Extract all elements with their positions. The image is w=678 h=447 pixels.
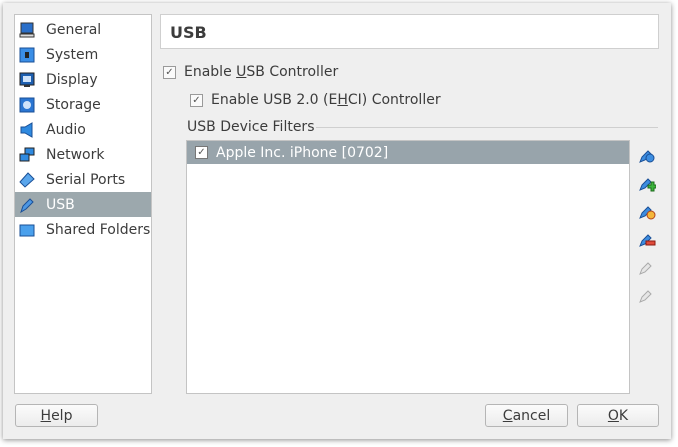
- display-icon: [18, 71, 36, 89]
- audio-icon: [18, 121, 36, 139]
- help-button[interactable]: Help: [15, 404, 98, 427]
- edit-filter-icon[interactable]: [638, 202, 656, 220]
- serial-ports-icon: [18, 171, 36, 189]
- checkbox-check-icon: ✓: [163, 65, 176, 79]
- sidebar-item-label: System: [46, 46, 99, 63]
- usb-filters-list[interactable]: ✓ Apple Inc. iPhone [0702]: [186, 140, 630, 394]
- storage-icon: [18, 96, 36, 114]
- filter-label: Apple Inc. iPhone [0702]: [216, 144, 389, 161]
- usb-icon: [18, 196, 36, 214]
- sidebar-item-label: General: [46, 21, 102, 38]
- move-filter-down-icon: [638, 286, 656, 304]
- enable-usb2-checkbox[interactable]: ✓ Enable USB 2.0 (EHCI) Controller: [190, 92, 441, 108]
- shared-folders-icon: [18, 221, 36, 239]
- move-filter-up-icon: [638, 258, 656, 276]
- enable-usb-controller-label: Enable USB Controller: [184, 64, 339, 80]
- sidebar-item-label: USB: [46, 196, 75, 213]
- group-divider: [316, 127, 658, 128]
- sidebar-item-label: Storage: [46, 96, 101, 113]
- page-title: USB: [160, 14, 659, 49]
- enable-usb2-label: Enable USB 2.0 (EHCI) Controller: [211, 92, 441, 108]
- enable-usb-controller-checkbox[interactable]: ✓ Enable USB Controller: [163, 64, 338, 80]
- sidebar-item-audio[interactable]: Audio: [15, 117, 151, 142]
- network-icon: [18, 146, 36, 164]
- sidebar-item-storage[interactable]: Storage: [15, 92, 151, 117]
- general-icon: [18, 21, 36, 39]
- remove-filter-icon[interactable]: [638, 230, 656, 248]
- sidebar-item-system[interactable]: System: [15, 42, 151, 67]
- sidebar-item-shared-folders[interactable]: Shared Folders: [15, 217, 151, 242]
- usb-device-filters-label: USB Device Filters: [187, 119, 315, 135]
- sidebar-item-usb[interactable]: USB: [15, 192, 151, 217]
- filter-enabled-checkbox[interactable]: ✓: [195, 146, 208, 159]
- sidebar-item-label: Display: [46, 71, 98, 88]
- add-filter-from-device-icon[interactable]: [638, 174, 657, 192]
- sidebar-item-label: Serial Ports: [46, 171, 126, 188]
- sidebar-item-network[interactable]: Network: [15, 142, 151, 167]
- system-icon: [18, 46, 36, 64]
- ok-button[interactable]: OK: [577, 404, 659, 427]
- add-empty-filter-icon[interactable]: [638, 146, 656, 164]
- settings-sidebar: General System Display Storage Audio Net…: [14, 14, 152, 394]
- settings-dialog: General System Display Storage Audio Net…: [3, 3, 671, 439]
- list-item[interactable]: ✓ Apple Inc. iPhone [0702]: [187, 141, 629, 164]
- sidebar-item-label: Shared Folders: [46, 221, 151, 238]
- sidebar-item-label: Network: [46, 146, 105, 163]
- sidebar-item-label: Audio: [46, 121, 86, 138]
- checkbox-check-icon: ✓: [190, 93, 203, 107]
- cancel-button[interactable]: Cancel: [485, 404, 568, 427]
- sidebar-item-display[interactable]: Display: [15, 67, 151, 92]
- sidebar-item-serial-ports[interactable]: Serial Ports: [15, 167, 151, 192]
- sidebar-item-general[interactable]: General: [15, 17, 151, 42]
